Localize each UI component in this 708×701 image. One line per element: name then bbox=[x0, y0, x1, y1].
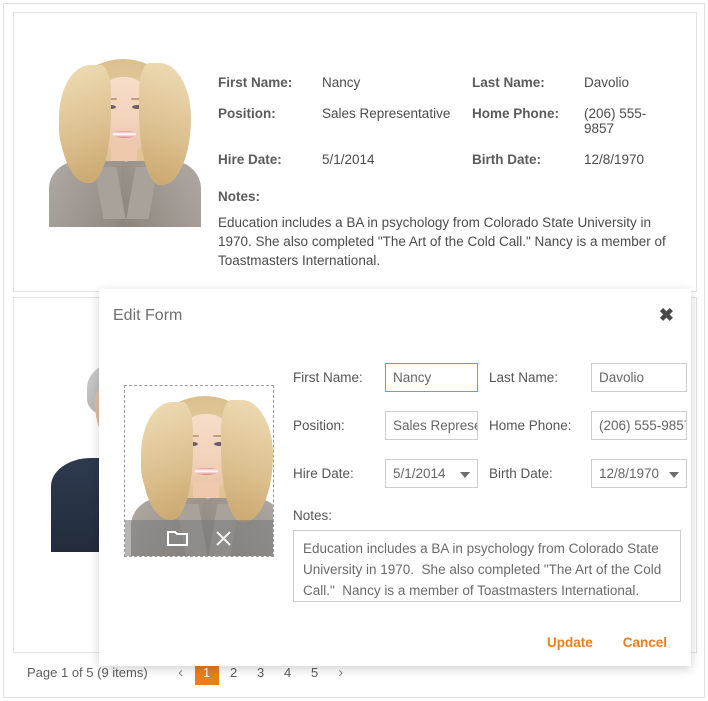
employee-photo bbox=[43, 49, 203, 227]
photo-upload-toolbar bbox=[125, 520, 273, 556]
last-name-input[interactable]: Davolio bbox=[591, 363, 687, 392]
position-input[interactable]: Sales Representative bbox=[385, 411, 478, 440]
home-phone-label: Home Phone: bbox=[489, 418, 572, 433]
hire-date-value: 5/1/2014 bbox=[322, 152, 375, 167]
home-phone-input[interactable]: (206) 555-9857 bbox=[591, 411, 687, 440]
first-name-input[interactable]: Nancy bbox=[385, 363, 478, 392]
birth-date-value: 12/8/1970 bbox=[584, 152, 645, 167]
edit-form-dialog: Edit Form ✖ First Name: Nancy Last Name:… bbox=[99, 289, 691, 666]
chevron-down-icon bbox=[460, 471, 470, 478]
update-button[interactable]: Update bbox=[545, 631, 595, 654]
position-label: Position: bbox=[293, 418, 345, 433]
chevron-down-icon bbox=[669, 471, 679, 478]
first-name-label: First Name: bbox=[293, 370, 363, 385]
notes-textarea[interactable] bbox=[293, 530, 681, 602]
hire-date-value: 5/1/2014 bbox=[393, 466, 446, 481]
notes-label: Notes: bbox=[218, 189, 261, 204]
pager-info: Page 1 of 5 (9 items) bbox=[27, 664, 148, 680]
dialog-header: Edit Form ✖ bbox=[99, 289, 691, 337]
dialog-title: Edit Form bbox=[113, 307, 183, 324]
hire-date-label: Hire Date: bbox=[218, 152, 282, 167]
notes-block: Notes: bbox=[293, 508, 687, 607]
last-name-label: Last Name: bbox=[489, 370, 559, 385]
folder-open-icon[interactable] bbox=[166, 529, 189, 547]
birth-date-label: Birth Date: bbox=[489, 466, 553, 481]
birth-date-value: 12/8/1970 bbox=[599, 466, 660, 481]
app-root: First Name: Nancy Last Name: Davolio Pos… bbox=[0, 0, 708, 701]
birth-date-picker[interactable]: 12/8/1970 bbox=[591, 459, 687, 488]
first-name-value: Nancy bbox=[322, 75, 361, 90]
home-phone-label: Home Phone: bbox=[472, 106, 560, 121]
last-name-label: Last Name: bbox=[472, 75, 545, 90]
employee-card[interactable]: First Name: Nancy Last Name: Davolio Pos… bbox=[13, 12, 697, 292]
notes-text: Education includes a BA in psychology fr… bbox=[218, 215, 666, 268]
notes-label: Notes: bbox=[293, 508, 333, 523]
dialog-footer: Update Cancel bbox=[99, 618, 691, 666]
employee-details: First Name: Nancy Last Name: Davolio Pos… bbox=[218, 31, 682, 270]
photo-upload-cell bbox=[113, 363, 285, 607]
position-value: Sales Representative bbox=[322, 106, 451, 121]
dialog-fields: First Name: Nancy Last Name: Davolio Pos… bbox=[285, 363, 687, 607]
birth-date-label: Birth Date: bbox=[472, 152, 542, 167]
home-phone-value: (206) 555-9857 bbox=[584, 106, 647, 136]
hire-date-picker[interactable]: 5/1/2014 bbox=[385, 459, 478, 488]
dialog-field-rows: First Name: Nancy Last Name: Davolio Pos… bbox=[293, 363, 687, 488]
employee-detail-rows: First Name: Nancy Last Name: Davolio Pos… bbox=[218, 75, 676, 167]
hire-date-label: Hire Date: bbox=[293, 466, 354, 481]
close-icon[interactable]: ✖ bbox=[659, 302, 674, 324]
photo-upload-box[interactable] bbox=[124, 385, 274, 557]
position-label: Position: bbox=[218, 106, 276, 121]
last-name-value: Davolio bbox=[584, 75, 630, 90]
first-name-label: First Name: bbox=[218, 75, 293, 90]
cancel-button[interactable]: Cancel bbox=[621, 631, 669, 654]
close-icon[interactable] bbox=[215, 530, 232, 547]
employee-photo-cell bbox=[28, 31, 218, 270]
dialog-body: First Name: Nancy Last Name: Davolio Pos… bbox=[99, 337, 691, 607]
